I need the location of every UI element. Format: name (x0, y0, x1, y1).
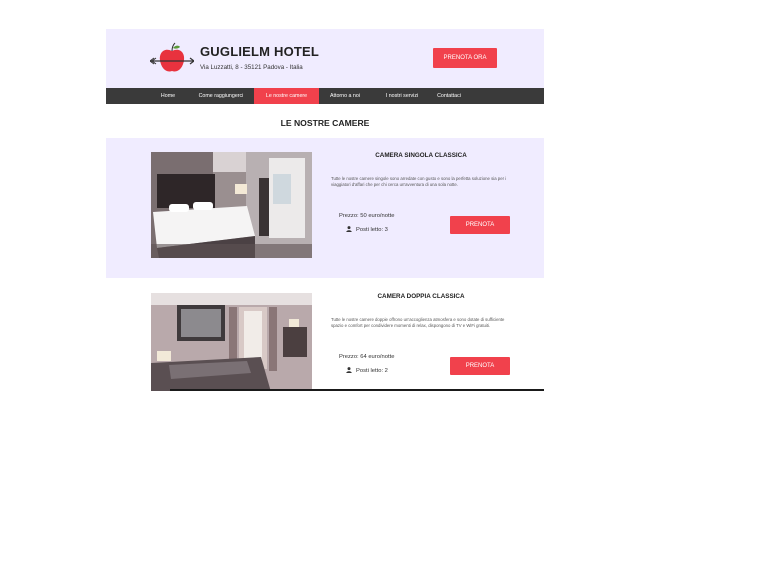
room-photo[interactable] (151, 152, 312, 258)
book-now-button[interactable]: PRENOTA ORA (433, 48, 497, 68)
footer-divider (170, 389, 544, 391)
apple-arrow-logo[interactable] (150, 42, 194, 76)
room-description: Tutte le nostre camere singole sono arre… (331, 176, 507, 187)
room-card-double: CAMERA DOPPIA CLASSICA Tutte le nostre c… (106, 279, 544, 391)
user-icon (346, 367, 352, 373)
book-room-button[interactable]: PRENOTA (450, 357, 510, 375)
book-room-button[interactable]: PRENOTA (450, 216, 510, 234)
room-name: CAMERA DOPPIA CLASSICA (377, 293, 465, 300)
nav-item-home[interactable]: Home (150, 88, 186, 104)
room-name: CAMERA SINGOLA CLASSICA (375, 152, 467, 159)
nav-item-services[interactable]: I nostri servizi (374, 88, 430, 104)
room-beds-label: Posti letto: 2 (356, 368, 388, 374)
hotel-address: Via Luzzatti, 8 - 35121 Padova - Italia (200, 64, 303, 71)
room-beds: Posti letto: 2 (346, 367, 388, 374)
room-beds: Posti letto: 3 (346, 226, 388, 233)
page-title: LE NOSTRE CAMERE (280, 118, 370, 128)
site-header: GUGLIELM HOTEL Via Luzzatti, 8 - 35121 P… (106, 29, 544, 88)
room-beds-label: Posti letto: 3 (356, 227, 388, 233)
user-icon (346, 226, 352, 232)
room-photo[interactable] (151, 293, 312, 391)
room-description: Tutte le nostre camere doppie offrono un… (331, 317, 505, 328)
room-card-single: CAMERA SINGOLA CLASSICA Tutte le nostre … (106, 138, 544, 278)
main-nav: Home Come raggiungerci Le nostre camere … (106, 88, 544, 104)
room-price: Prezzo: 50 euro/notte (339, 213, 395, 219)
room-price: Prezzo: 64 euro/notte (339, 354, 395, 360)
hotel-page: GUGLIELM HOTEL Via Luzzatti, 8 - 35121 P… (106, 29, 544, 391)
nav-item-contact[interactable]: Contattaci (430, 88, 468, 104)
nav-item-rooms[interactable]: Le nostre camere (254, 88, 319, 104)
nav-item-directions[interactable]: Come raggiungerci (188, 88, 254, 104)
nav-item-around-us[interactable]: Attorno a noi (320, 88, 370, 104)
hotel-name: GUGLIELM HOTEL (200, 44, 320, 59)
